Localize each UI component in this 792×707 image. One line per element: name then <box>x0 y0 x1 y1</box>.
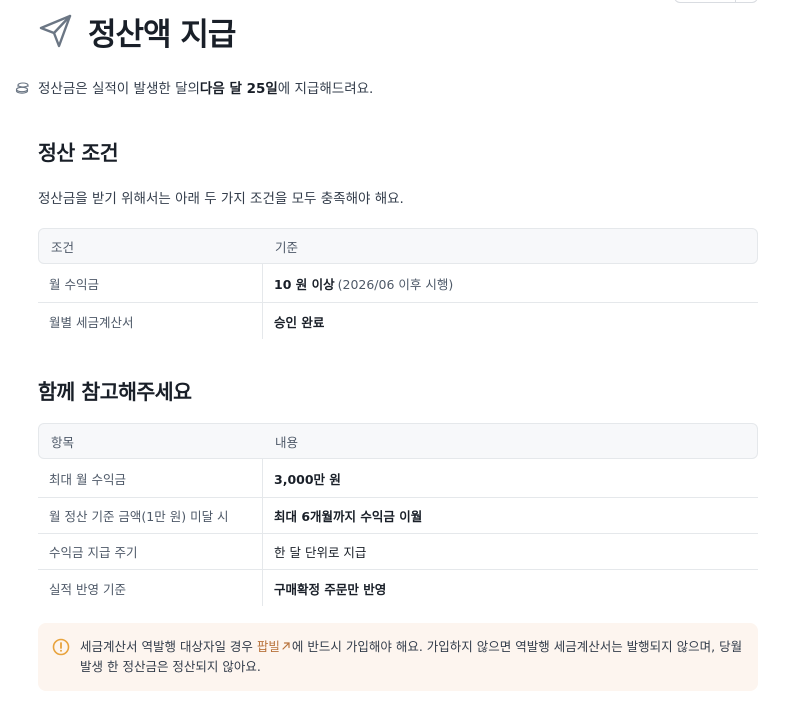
conditions-table: 조건 기준 월 수익금 10 원 이상 (2026/06 이후 시행) 월별 세금… <box>38 228 758 339</box>
conditions-title: 정산 조건 <box>38 141 119 165</box>
column-header: 기준 <box>275 239 299 255</box>
row-value-strong: 승인 완료 <box>274 314 325 330</box>
row-value: 10 원 이상 (2026/06 이후 시행) <box>263 264 453 302</box>
reference-table: 항목 내용 최대 월 수익금 3,000만 원 월 정산 기준 금액(1만 원)… <box>38 423 758 606</box>
row-label: 월 정산 기준 금액(1만 원) 미달 시 <box>38 498 263 533</box>
table-row: 수익금 지급 주기 한 달 단위로 지급 <box>38 534 758 570</box>
reference-title: 함께 참고해주세요 <box>38 380 192 404</box>
top-right-control[interactable] <box>674 0 758 3</box>
table-row: 최대 월 수익금 3,000만 원 <box>38 459 758 498</box>
column-header: 조건 <box>51 239 75 255</box>
warning-circle-icon <box>52 638 70 656</box>
row-value: 최대 6개월까지 수익금 이월 <box>263 498 422 533</box>
table-header: 항목 내용 <box>38 423 758 459</box>
row-label: 최대 월 수익금 <box>38 459 263 497</box>
row-value: 3,000만 원 <box>263 459 341 497</box>
column-header: 내용 <box>275 434 299 450</box>
notice-text: 세금계산서 역발행 대상자일 경우 팝빌 에 반드시 가입해야 해요. 가입하지 … <box>80 637 744 691</box>
popbill-link[interactable]: 팝빌 <box>257 639 292 654</box>
row-value-strong: 구매확정 주문만 반영 <box>274 581 387 597</box>
page-title: 정산액 지급 <box>88 16 236 53</box>
row-value-strong: 3,000만 원 <box>274 471 341 487</box>
conditions-description: 정산금을 받기 위해서는 아래 두 가지 조건을 모두 충족해야 해요. <box>38 191 404 207</box>
tax-invoice-notice: 세금계산서 역발행 대상자일 경우 팝빌 에 반드시 가입해야 해요. 가입하지 … <box>38 623 758 691</box>
intro-highlight: 다음 달 25일 <box>199 81 278 97</box>
coin-stack-icon <box>14 79 30 95</box>
page-header: 정산액 지급 <box>38 10 236 53</box>
column-header: 항목 <box>51 434 75 450</box>
row-value: 한 달 단위로 지급 <box>274 545 367 560</box>
table-row: 월별 세금계산서 승인 완료 <box>38 303 758 339</box>
row-label: 월 수익금 <box>38 264 263 302</box>
intro-suffix: 에 지급해드려요. <box>277 81 374 97</box>
row-value-strong: 최대 6개월까지 수익금 이월 <box>274 509 423 524</box>
popbill-link-label: 팝빌 <box>256 639 280 654</box>
row-value-strong: 10 원 이상 <box>274 276 335 292</box>
table-row: 월 정산 기준 금액(1만 원) 미달 시 최대 6개월까지 수익금 이월 <box>38 498 758 534</box>
intro-prefix: 정산금은 실적이 발생한 달의 <box>38 81 200 97</box>
row-value: 승인 완료 <box>263 303 324 339</box>
notice-before-link: 세금계산서 역발행 대상자일 경우 <box>80 639 257 654</box>
external-link-icon <box>281 637 291 650</box>
table-row: 실적 반영 기준 구매확정 주문만 반영 <box>38 570 758 606</box>
paper-plane-icon <box>38 13 74 49</box>
payout-intro: 정산금은 실적이 발생한 달의 다음 달 25일 에 지급해드려요. <box>14 77 373 97</box>
table-header: 조건 기준 <box>38 228 758 264</box>
row-label: 월별 세금계산서 <box>38 303 263 339</box>
row-label: 실적 반영 기준 <box>38 570 263 606</box>
row-value-note: (2026/06 이후 시행) <box>337 276 454 292</box>
table-row: 월 수익금 10 원 이상 (2026/06 이후 시행) <box>38 264 758 303</box>
row-label: 수익금 지급 주기 <box>38 534 263 569</box>
row-value: 구매확정 주문만 반영 <box>263 570 386 606</box>
